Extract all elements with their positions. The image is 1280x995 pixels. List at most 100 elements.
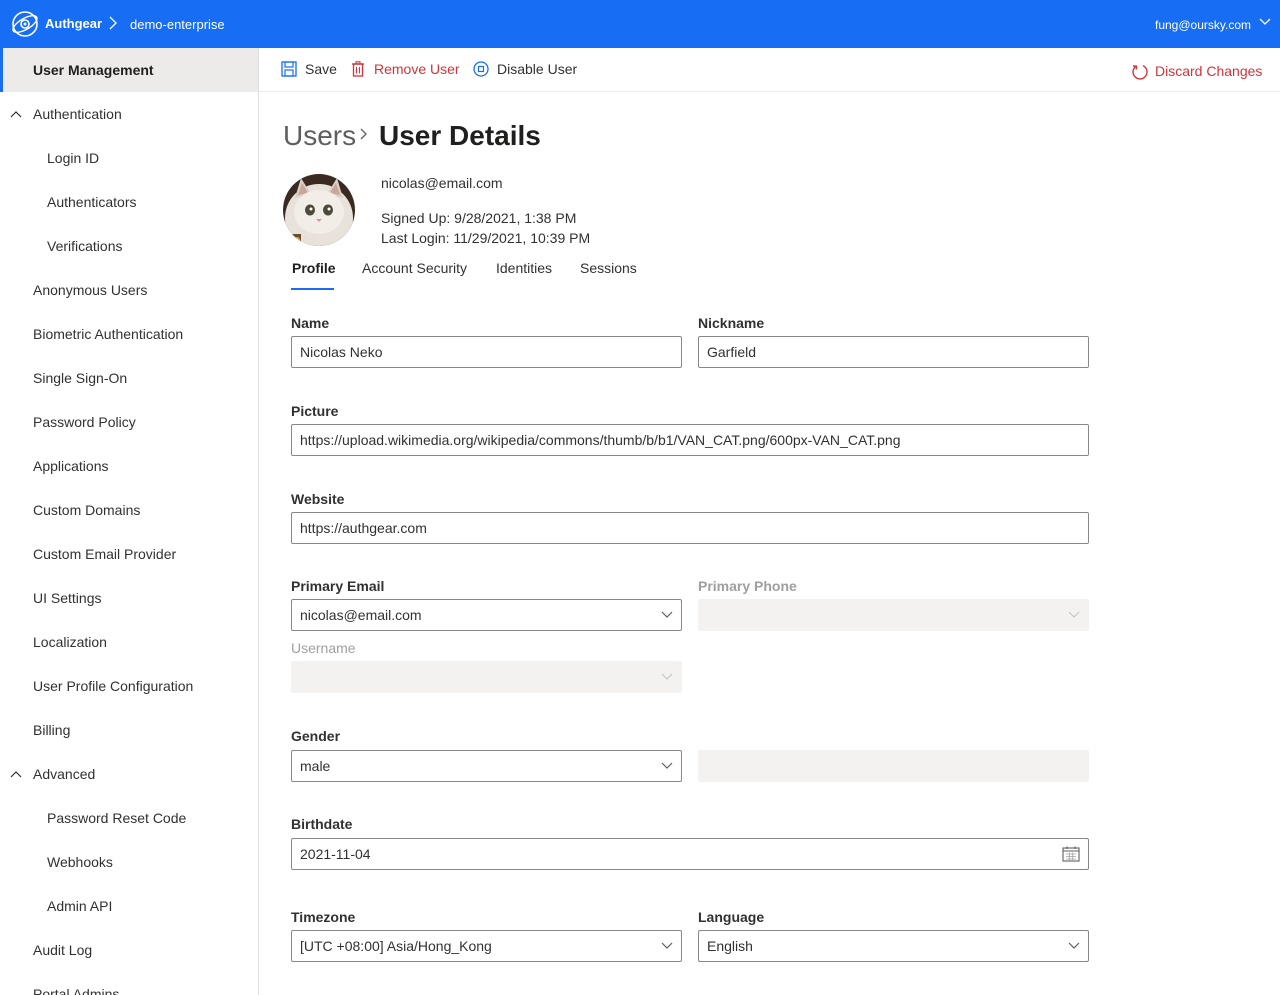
trash-icon	[352, 61, 364, 77]
last-login-text: Last Login: 11/29/2021, 10:39 PM	[381, 230, 591, 246]
authgear-logo-icon[interactable]	[10, 9, 40, 39]
breadcrumb-users-link[interactable]: Users	[283, 120, 356, 152]
sidebar-item-label: Portal Admins	[33, 986, 120, 995]
sidebar-item-password-policy[interactable]: Password Policy	[0, 400, 258, 444]
save-button[interactable]: Save	[281, 60, 361, 80]
tab-profile[interactable]: Profile	[292, 260, 336, 276]
account-menu-email[interactable]: fung@oursky.com	[1155, 18, 1251, 32]
username-dropdown	[291, 661, 682, 693]
sidebar-item-authentication[interactable]: Authentication	[0, 92, 258, 136]
sidebar-item-admin-api[interactable]: Admin API	[0, 884, 258, 928]
primary-email-label: Primary Email	[291, 578, 385, 594]
sidebar-item-single-sign-on[interactable]: Single Sign-On	[0, 356, 258, 400]
chevron-up-icon	[10, 771, 22, 778]
disable-user-label: Disable User	[497, 61, 578, 77]
sidebar-item-label: Password Policy	[33, 414, 136, 430]
birthdate-picker[interactable]: 2021-11-04	[291, 838, 1089, 870]
name-field[interactable]: Nicolas Neko	[291, 336, 682, 368]
sidebar-item-authenticators[interactable]: Authenticators	[0, 180, 258, 224]
sidebar-item-custom-domains[interactable]: Custom Domains	[0, 488, 258, 532]
user-email: nicolas@email.com	[381, 175, 503, 191]
primary-phone-label: Primary Phone	[698, 578, 797, 594]
timezone-dropdown[interactable]: [UTC +08:00] Asia/Hong_Kong	[291, 930, 682, 962]
username-label: Username	[291, 640, 356, 656]
timezone-value: [UTC +08:00] Asia/Hong_Kong	[300, 938, 492, 954]
sidebar-item-label: Audit Log	[33, 942, 93, 958]
sidebar-item-user-management[interactable]: User Management	[0, 48, 258, 92]
discard-changes-label: Discard Changes	[1155, 63, 1263, 79]
sidebar-nav: User Management Authentication Login ID …	[0, 48, 259, 995]
sidebar-item-label: Authentication	[33, 106, 122, 122]
sidebar-item-login-id[interactable]: Login ID	[0, 136, 258, 180]
primary-email-value: nicolas@email.com	[300, 607, 422, 623]
sidebar-item-audit-log[interactable]: Audit Log	[0, 928, 258, 972]
avatar	[283, 174, 355, 246]
sidebar-item-localization[interactable]: Localization	[0, 620, 258, 664]
sidebar-item-webhooks[interactable]: Webhooks	[0, 840, 258, 884]
tab-identities[interactable]: Identities	[496, 260, 552, 276]
sidebar-item-advanced[interactable]: Advanced	[0, 752, 258, 796]
sidebar-item-label: Custom Domains	[33, 502, 141, 518]
sidebar-item-applications[interactable]: Applications	[0, 444, 258, 488]
sidebar-item-ui-settings[interactable]: UI Settings	[0, 576, 258, 620]
gender-dropdown[interactable]: male	[291, 750, 682, 782]
command-bar: Save Remove User Disable User Discard Ch…	[259, 48, 1280, 92]
sidebar-item-portal-admins[interactable]: Portal Admins	[0, 972, 258, 995]
timezone-label: Timezone	[291, 909, 356, 925]
birthdate-value: 2021-11-04	[300, 846, 371, 862]
sidebar-item-label: UI Settings	[33, 590, 102, 606]
chevron-down-icon[interactable]	[1259, 17, 1271, 27]
sidebar-item-label: Verifications	[47, 238, 123, 254]
gender-label: Gender	[291, 728, 341, 744]
birthdate-label: Birthdate	[291, 816, 353, 832]
sidebar-item-label: User Profile Configuration	[33, 678, 194, 694]
save-label: Save	[305, 61, 337, 77]
calendar-icon[interactable]	[1062, 846, 1080, 862]
signed-up-text: Signed Up: 9/28/2021, 1:38 PM	[381, 210, 577, 226]
sidebar-item-label: Localization	[33, 634, 107, 650]
sidebar-item-label: Anonymous Users	[33, 282, 148, 298]
sidebar-item-label: Custom Email Provider	[33, 546, 177, 562]
chevron-down-icon	[1068, 611, 1080, 618]
website-field[interactable]: https://authgear.com	[291, 512, 1089, 544]
language-dropdown[interactable]: English	[698, 930, 1089, 962]
discard-changes-button[interactable]: Discard Changes	[1131, 62, 1263, 82]
gender-value: male	[300, 758, 331, 774]
sidebar-item-label: Authenticators	[47, 194, 137, 210]
sidebar-item-label: Billing	[33, 722, 71, 738]
sidebar-item-billing[interactable]: Billing	[0, 708, 258, 752]
sidebar-item-password-reset-code[interactable]: Password Reset Code	[0, 796, 258, 840]
sidebar-item-biometric-authentication[interactable]: Biometric Authentication	[0, 312, 258, 356]
sidebar-item-anonymous-users[interactable]: Anonymous Users	[0, 268, 258, 312]
tab-account-security[interactable]: Account Security	[362, 260, 467, 276]
top-bar: Authgear demo-enterprise fung@oursky.com	[0, 0, 1280, 48]
picture-field[interactable]: https://upload.wikimedia.org/wikipedia/c…	[291, 424, 1089, 456]
refresh-icon	[1132, 64, 1148, 80]
page-title: User Details	[379, 120, 541, 151]
sidebar-item-custom-email-provider[interactable]: Custom Email Provider	[0, 532, 258, 576]
sidebar-item-label: Webhooks	[47, 854, 113, 870]
website-label: Website	[291, 491, 345, 507]
remove-user-button[interactable]: Remove User	[350, 60, 460, 80]
chevron-down-icon	[661, 762, 673, 769]
primary-phone-dropdown	[698, 599, 1089, 631]
chevron-down-icon	[661, 673, 673, 680]
nickname-field[interactable]: Garfield	[698, 336, 1089, 368]
language-value: English	[707, 938, 753, 954]
sidebar-item-label: Applications	[33, 458, 109, 474]
sidebar-item-user-profile-configuration[interactable]: User Profile Configuration	[0, 664, 258, 708]
tab-sessions[interactable]: Sessions	[580, 260, 637, 276]
picture-label: Picture	[291, 403, 339, 419]
sidebar-item-verifications[interactable]: Verifications	[0, 224, 258, 268]
sidebar-item-label: Password Reset Code	[47, 810, 187, 826]
chevron-right-icon	[109, 16, 117, 30]
chevron-right-icon	[360, 128, 367, 140]
disable-user-button[interactable]: Disable User	[473, 60, 583, 80]
brand-name[interactable]: Authgear	[45, 16, 102, 31]
sidebar-item-label: Single Sign-On	[33, 370, 128, 386]
primary-email-dropdown[interactable]: nicolas@email.com	[291, 599, 682, 631]
chevron-down-icon	[661, 611, 673, 618]
gender-other-field	[698, 750, 1089, 782]
disable-icon	[473, 61, 489, 77]
project-name[interactable]: demo-enterprise	[130, 17, 225, 32]
